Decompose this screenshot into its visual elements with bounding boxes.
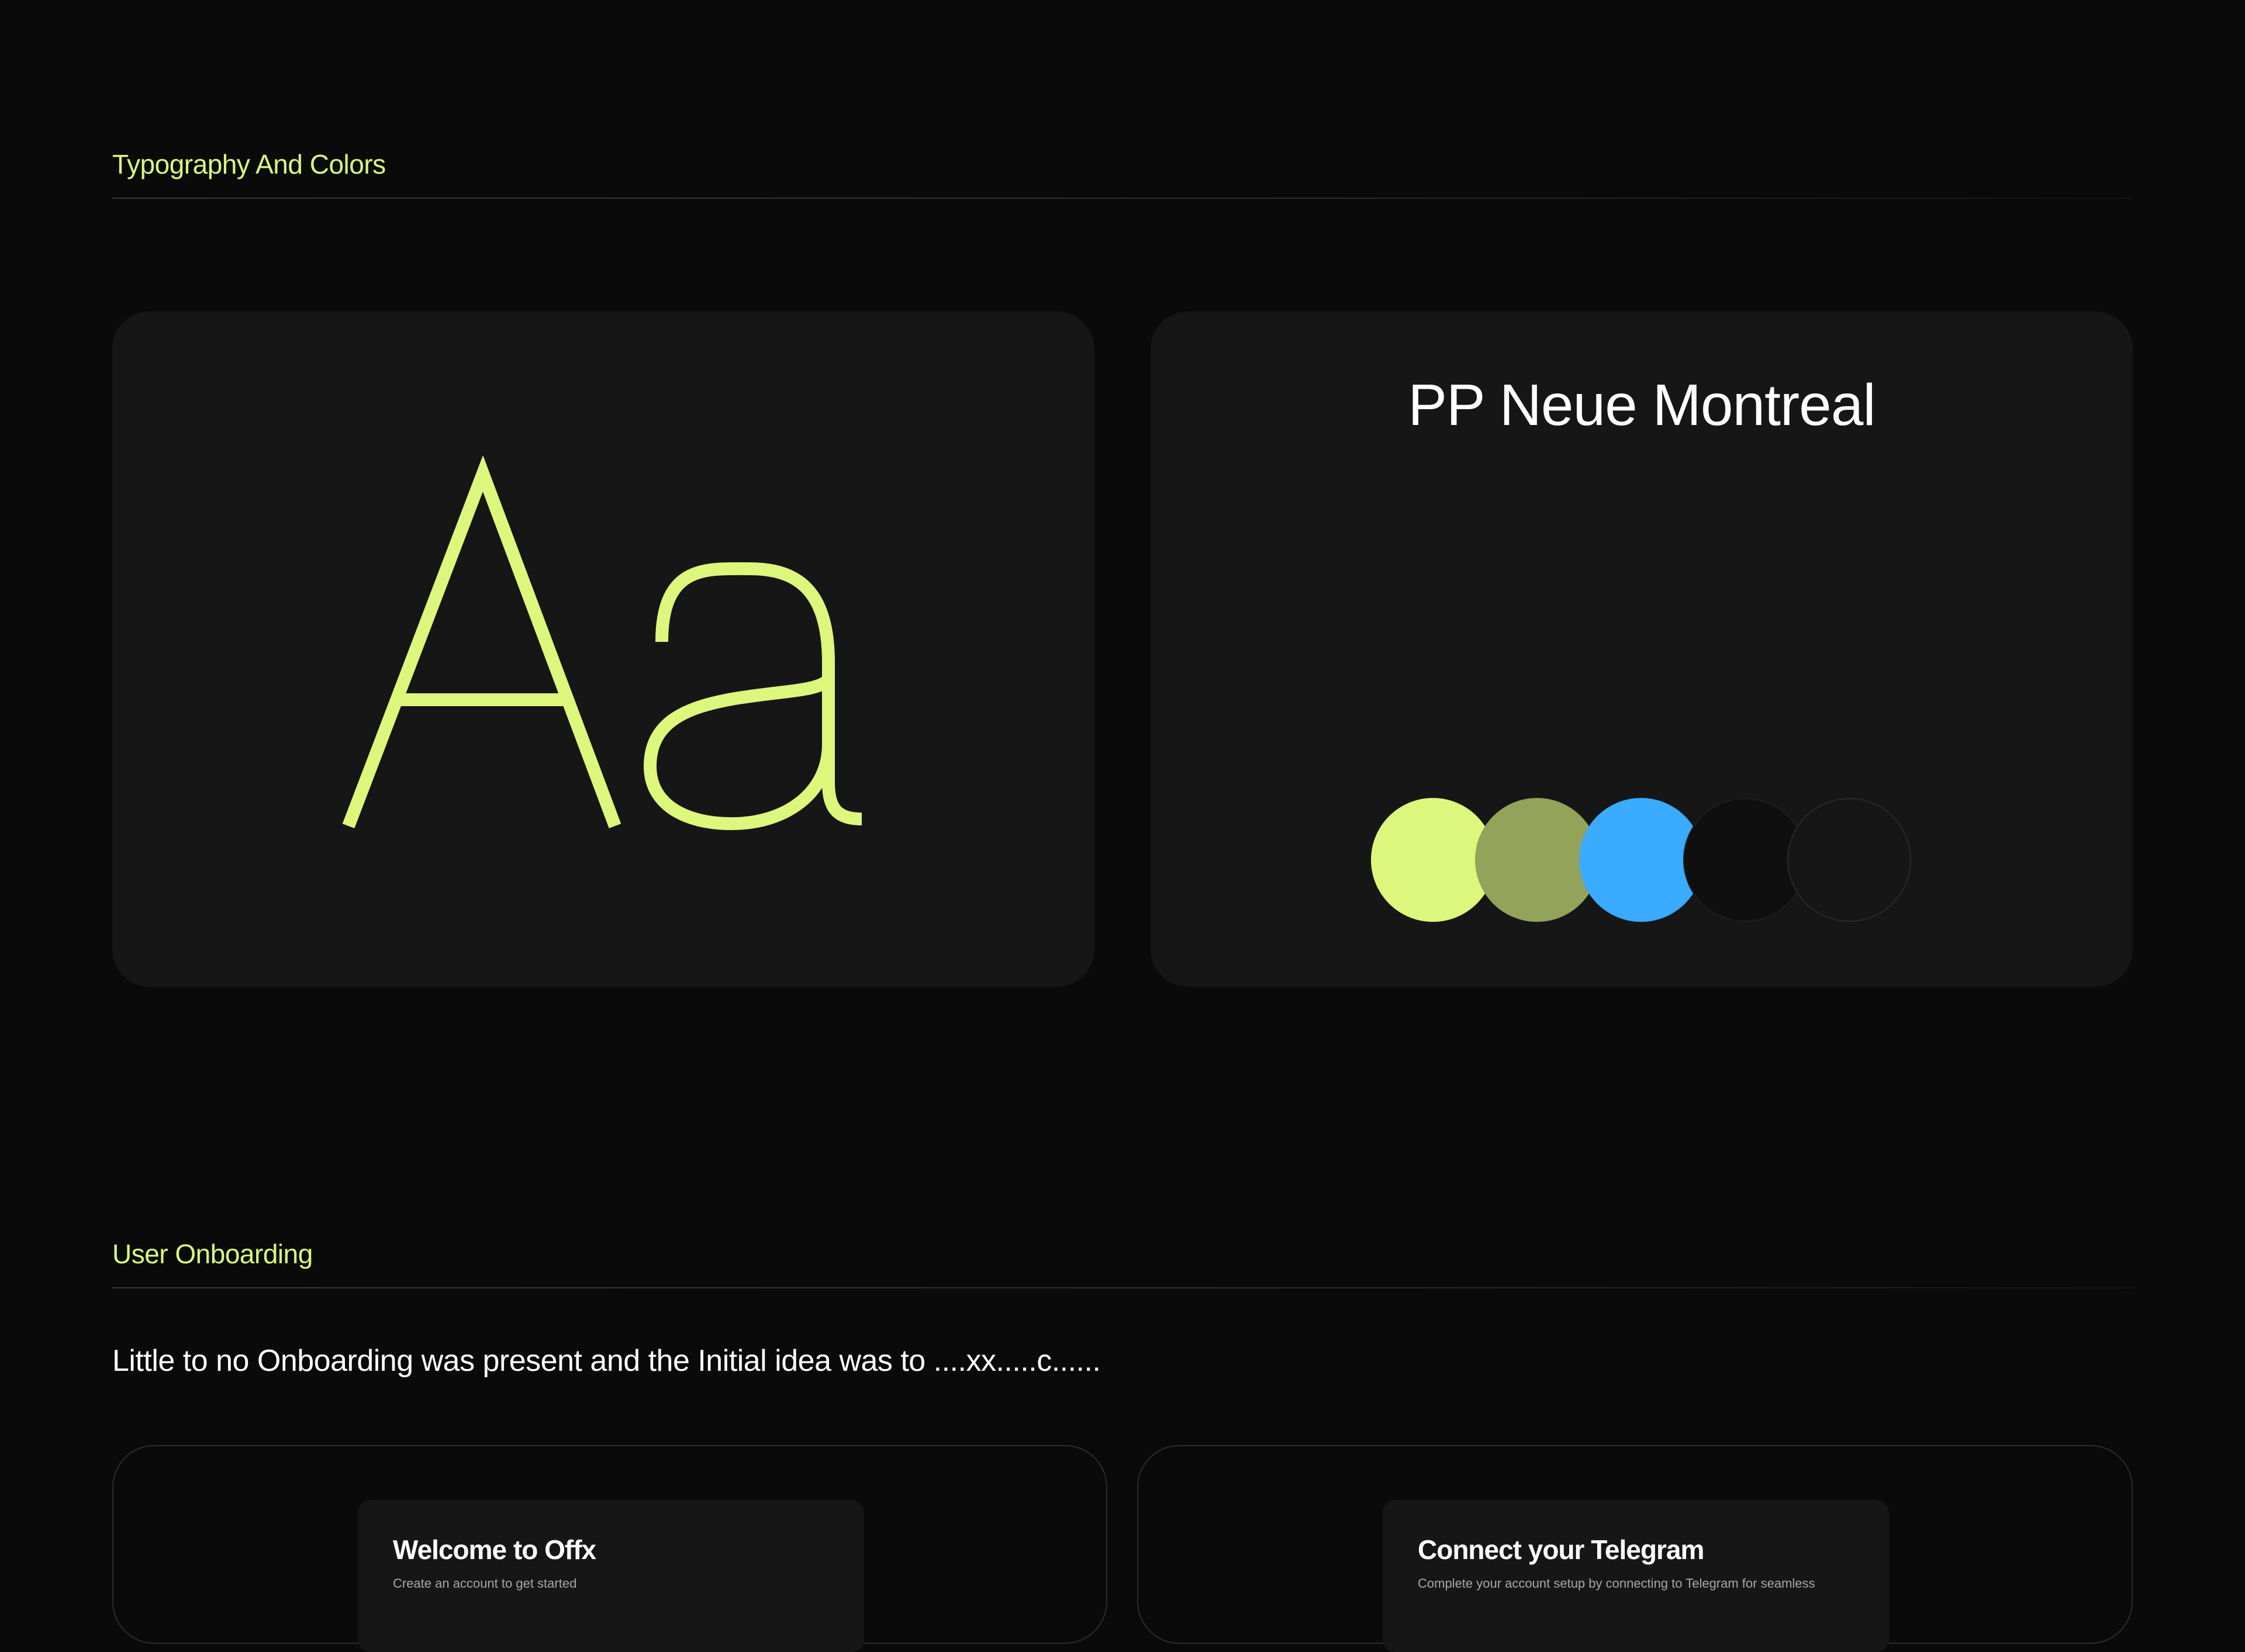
section-title-onboarding: User Onboarding [112,1239,313,1269]
font-name: PP Neue Montreal [1408,372,1876,438]
telegram-panel: Connect your Telegram Complete your acco… [1383,1500,1889,1652]
welcome-subtitle: Create an account to get started [393,1576,577,1591]
telegram-subtitle: Complete your account setup by connectin… [1418,1576,1815,1591]
section-title-typography: Typography And Colors [112,149,386,179]
onboarding-screen-card: Welcome to Offx Create an account to get… [112,1445,1107,1652]
type-specimen-glyph: Aa [342,455,862,831]
onboarding-intro-text: Little to no Onboarding was present and … [112,1344,1101,1378]
font-color-card: PP Neue Montreal [1151,312,2133,987]
welcome-title: Welcome to Offx [393,1535,596,1565]
onboarding-screen-card: Connect your Telegram Complete your acco… [1137,1445,2133,1652]
telegram-title: Connect your Telegram [1418,1535,1704,1565]
welcome-panel: Welcome to Offx Create an account to get… [358,1500,864,1652]
type-specimen-card: Aa [112,312,1094,987]
section-divider [112,1287,2133,1288]
swatch-dark-gray [1787,798,1911,922]
section-divider [112,198,2133,199]
